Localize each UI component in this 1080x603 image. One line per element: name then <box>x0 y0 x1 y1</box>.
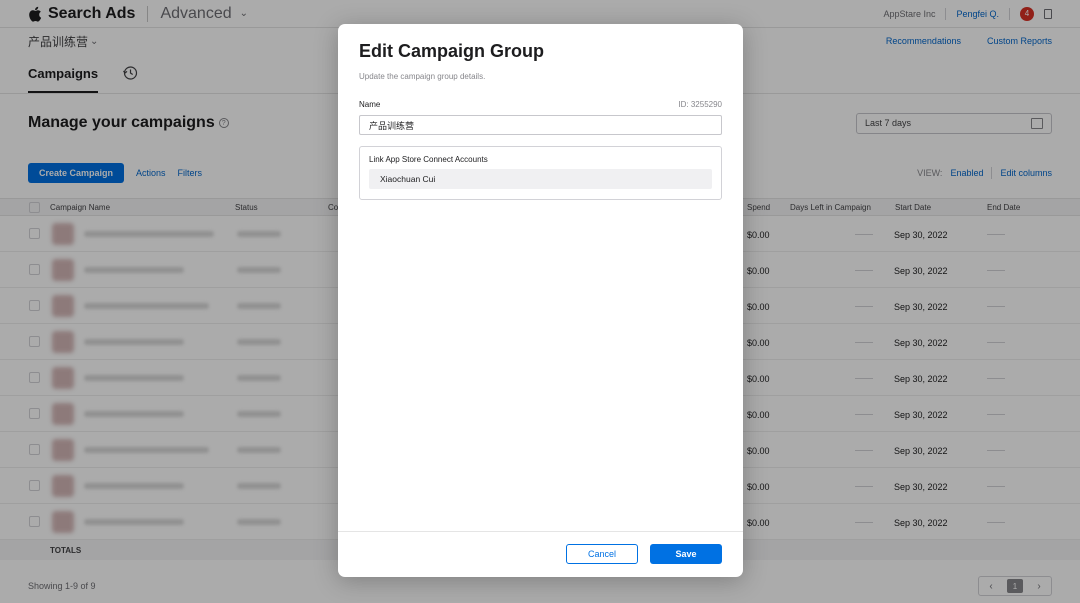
dialog-footer: Cancel Save <box>338 531 743 577</box>
name-input[interactable] <box>359 115 722 135</box>
group-id-label: ID: 3255290 <box>678 100 722 109</box>
dialog-subtitle: Update the campaign group details. <box>359 72 486 81</box>
dialog-title: Edit Campaign Group <box>359 41 545 61</box>
link-accounts-title: Link App Store Connect Accounts <box>369 155 488 164</box>
edit-campaign-group-dialog: Edit Campaign Group Update the campaign … <box>338 24 743 577</box>
name-label: Name <box>359 100 381 109</box>
linked-account-item[interactable]: Xiaochuan Cui <box>369 169 712 189</box>
cancel-button[interactable]: Cancel <box>566 544 638 564</box>
save-button[interactable]: Save <box>650 544 722 564</box>
link-accounts-section: Link App Store Connect Accounts Xiaochua… <box>359 146 722 200</box>
